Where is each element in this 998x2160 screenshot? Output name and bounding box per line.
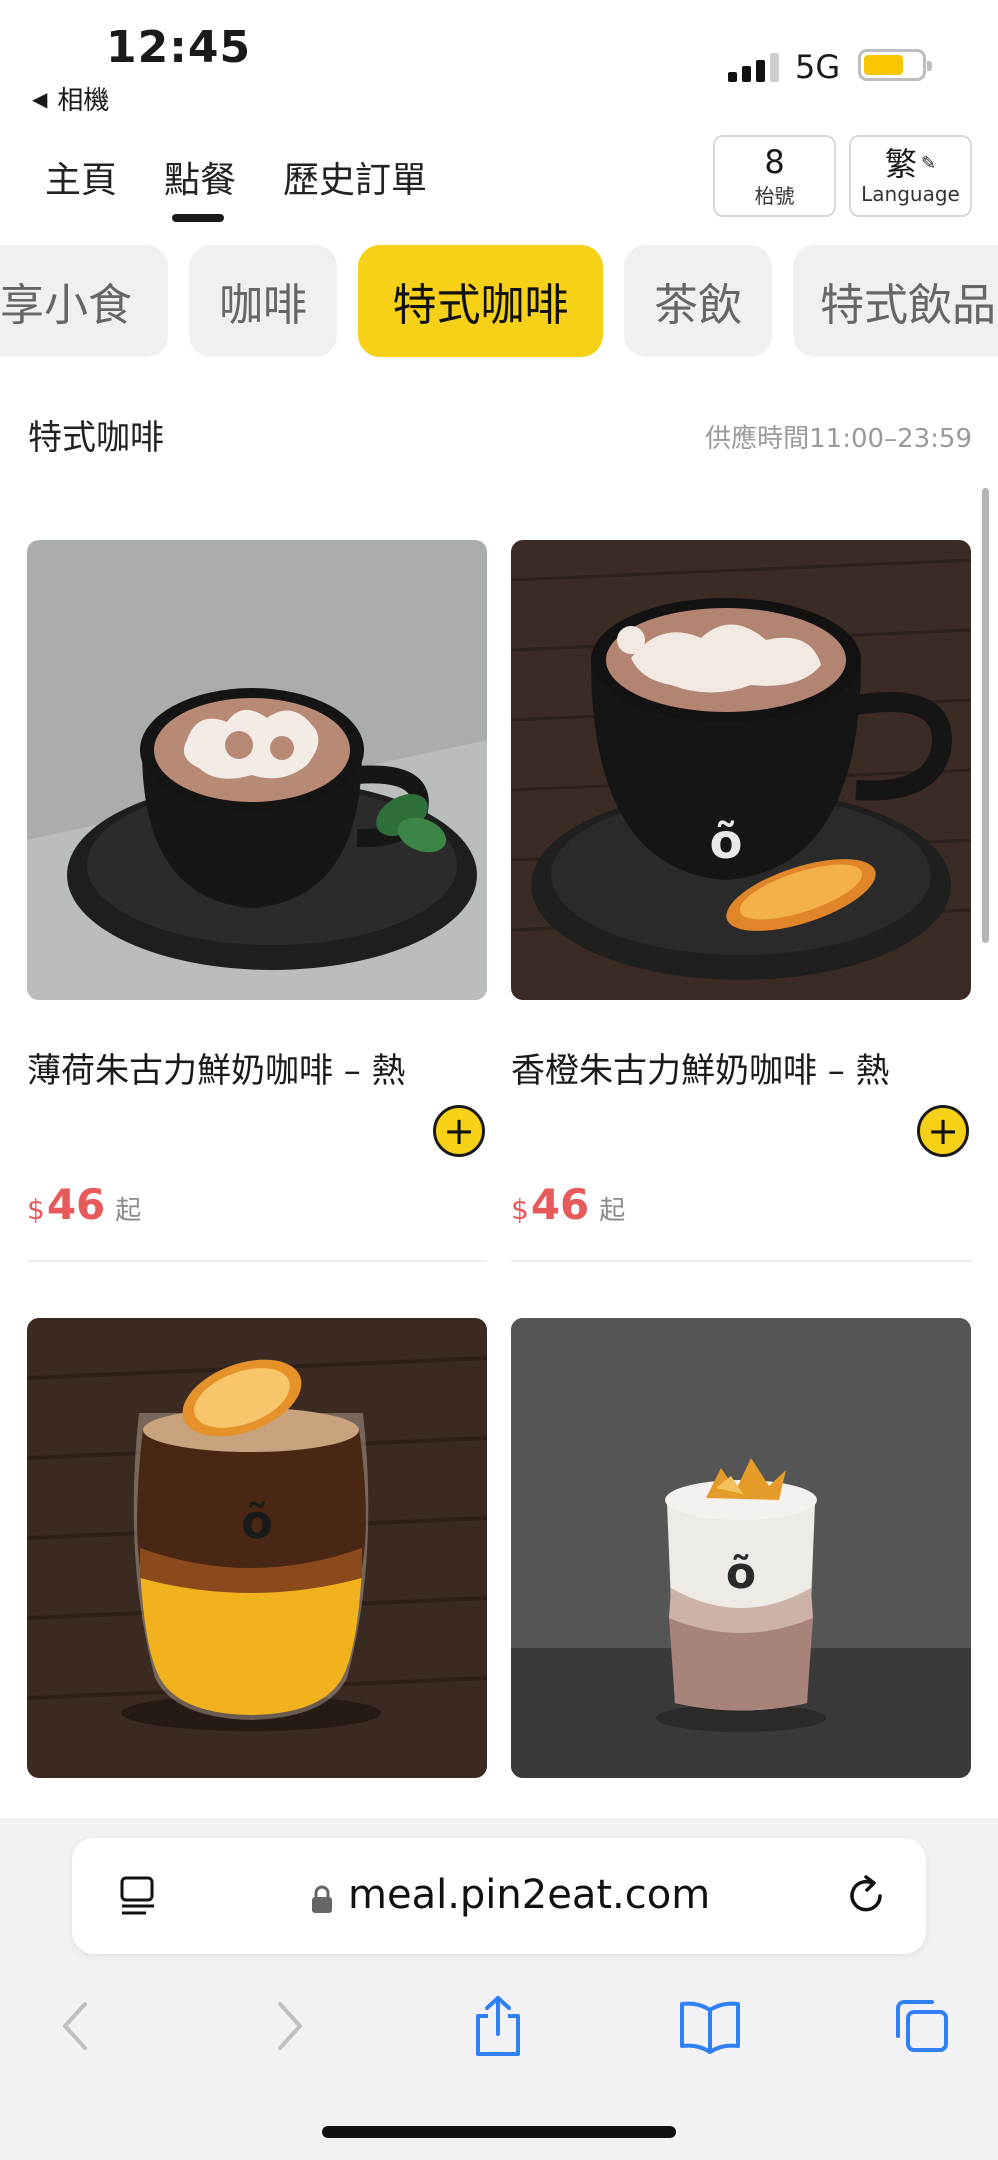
battery-nub [927, 61, 932, 71]
card-divider [511, 1260, 971, 1262]
category-chip-special-drinks[interactable]: 特式飲品 [793, 245, 998, 357]
category-chip-tea[interactable]: 茶飲 [624, 245, 772, 357]
price-suffix: 起 [115, 1196, 142, 1226]
address-bar[interactable]: meal.pin2eat.com [72, 1838, 926, 1954]
tab-order[interactable]: 點餐 [164, 151, 236, 203]
url-text[interactable]: meal.pin2eat.com [348, 1872, 710, 1918]
network-type: 5G [795, 48, 841, 86]
language-current: 繁 [884, 145, 917, 183]
active-tab-indicator [172, 214, 224, 222]
svg-text:õ: õ [710, 814, 743, 870]
product-name[interactable]: 薄荷朱古力鮮奶咖啡 – 熱 [27, 1038, 407, 1104]
category-chip-snacks[interactable]: 享小食 [0, 245, 168, 357]
iced-latte-illustration: õ [511, 1318, 971, 1778]
scrollbar[interactable] [982, 488, 989, 943]
category-chip-coffee[interactable]: 咖啡 [189, 245, 337, 357]
tab-home[interactable]: 主頁 [45, 151, 117, 203]
price-suffix: 起 [599, 1196, 626, 1226]
product-name[interactable]: 香橙朱古力鮮奶咖啡 – 熱 [511, 1038, 891, 1104]
bookmarks-button[interactable] [670, 1986, 750, 2066]
price-currency: $ [27, 1193, 45, 1226]
share-icon [476, 1996, 520, 2056]
category-tabs: 享小食 咖啡 特式咖啡 茶飲 特式飲品 [0, 245, 998, 360]
tabs-button[interactable] [882, 1986, 962, 2066]
price-amount: 46 [46, 1180, 106, 1229]
book-icon [680, 2001, 740, 2054]
language-label: Language [861, 182, 960, 206]
tabs-icon [896, 2000, 948, 2052]
mint-latte-illustration [27, 540, 487, 1000]
signal-icon [728, 52, 780, 82]
chevron-left-icon [63, 2002, 87, 2050]
serve-time: 供應時間11:00–23:59 [705, 424, 972, 454]
svg-text:õ: õ [241, 1495, 273, 1549]
top-nav: 主頁 點餐 歷史訂單 8 枱號 繁 ✎ Language [0, 125, 998, 235]
category-chip-special-coffee[interactable]: 特式咖啡 [358, 245, 603, 357]
lock-icon [312, 1885, 332, 1913]
edit-pencil-icon: ✎ [920, 153, 937, 174]
battery-fill [864, 55, 904, 75]
battery-icon [858, 49, 932, 81]
home-indicator[interactable] [322, 2126, 676, 2138]
back-button[interactable] [35, 1986, 115, 2066]
product-price: $ 46 起 [511, 1180, 625, 1229]
table-number: 8 [764, 142, 785, 181]
browser-bottom-bar: meal.pin2eat.com [0, 1818, 998, 2160]
orange-latte-illustration: õ [511, 540, 971, 1000]
price-amount: 46 [530, 1180, 590, 1229]
svg-text:õ: õ [726, 1548, 756, 1599]
price-currency: $ [511, 1193, 529, 1226]
section-title: 特式咖啡 [28, 418, 164, 458]
plus-icon: + [927, 1109, 959, 1153]
add-to-cart-button[interactable]: + [917, 1105, 969, 1157]
table-number-button[interactable]: 8 枱號 [713, 135, 836, 217]
add-to-cart-button[interactable]: + [433, 1105, 485, 1157]
reload-icon[interactable] [842, 1872, 890, 1920]
forward-button[interactable] [250, 1986, 330, 2066]
product-price: $ 46 起 [27, 1180, 141, 1229]
back-to-app-link[interactable]: ◀ 相機 [32, 80, 109, 117]
orange-iced-coffee-illustration: õ [27, 1318, 487, 1778]
table-number-label: 枱號 [754, 183, 795, 208]
status-time: 12:45 [106, 22, 252, 73]
reader-mode-icon[interactable] [116, 1874, 160, 1918]
page: 12:45 ◀ 相機 5G 主頁 點餐 歷史訂單 8 枱號 繁 ✎ Langua… [0, 0, 998, 2160]
status-bar: 12:45 ◀ 相機 5G [0, 0, 998, 125]
product-photo-iced-latte-crumble[interactable]: õ [511, 1318, 971, 1778]
share-button[interactable] [458, 1986, 538, 2066]
language-button[interactable]: 繁 ✎ Language [849, 135, 972, 217]
tab-order-history[interactable]: 歷史訂單 [283, 151, 427, 203]
product-photo-orange-iced-coffee[interactable]: õ [27, 1318, 487, 1778]
back-app-label: 相機 [57, 86, 110, 116]
plus-icon: + [443, 1109, 475, 1153]
product-photo-orange-chocolate-latte[interactable]: õ [511, 540, 971, 1000]
chevron-right-icon [278, 2002, 302, 2050]
product-photo-mint-chocolate-latte[interactable] [27, 540, 487, 1000]
card-divider [27, 1260, 487, 1262]
back-triangle-icon: ◀ [32, 86, 48, 111]
